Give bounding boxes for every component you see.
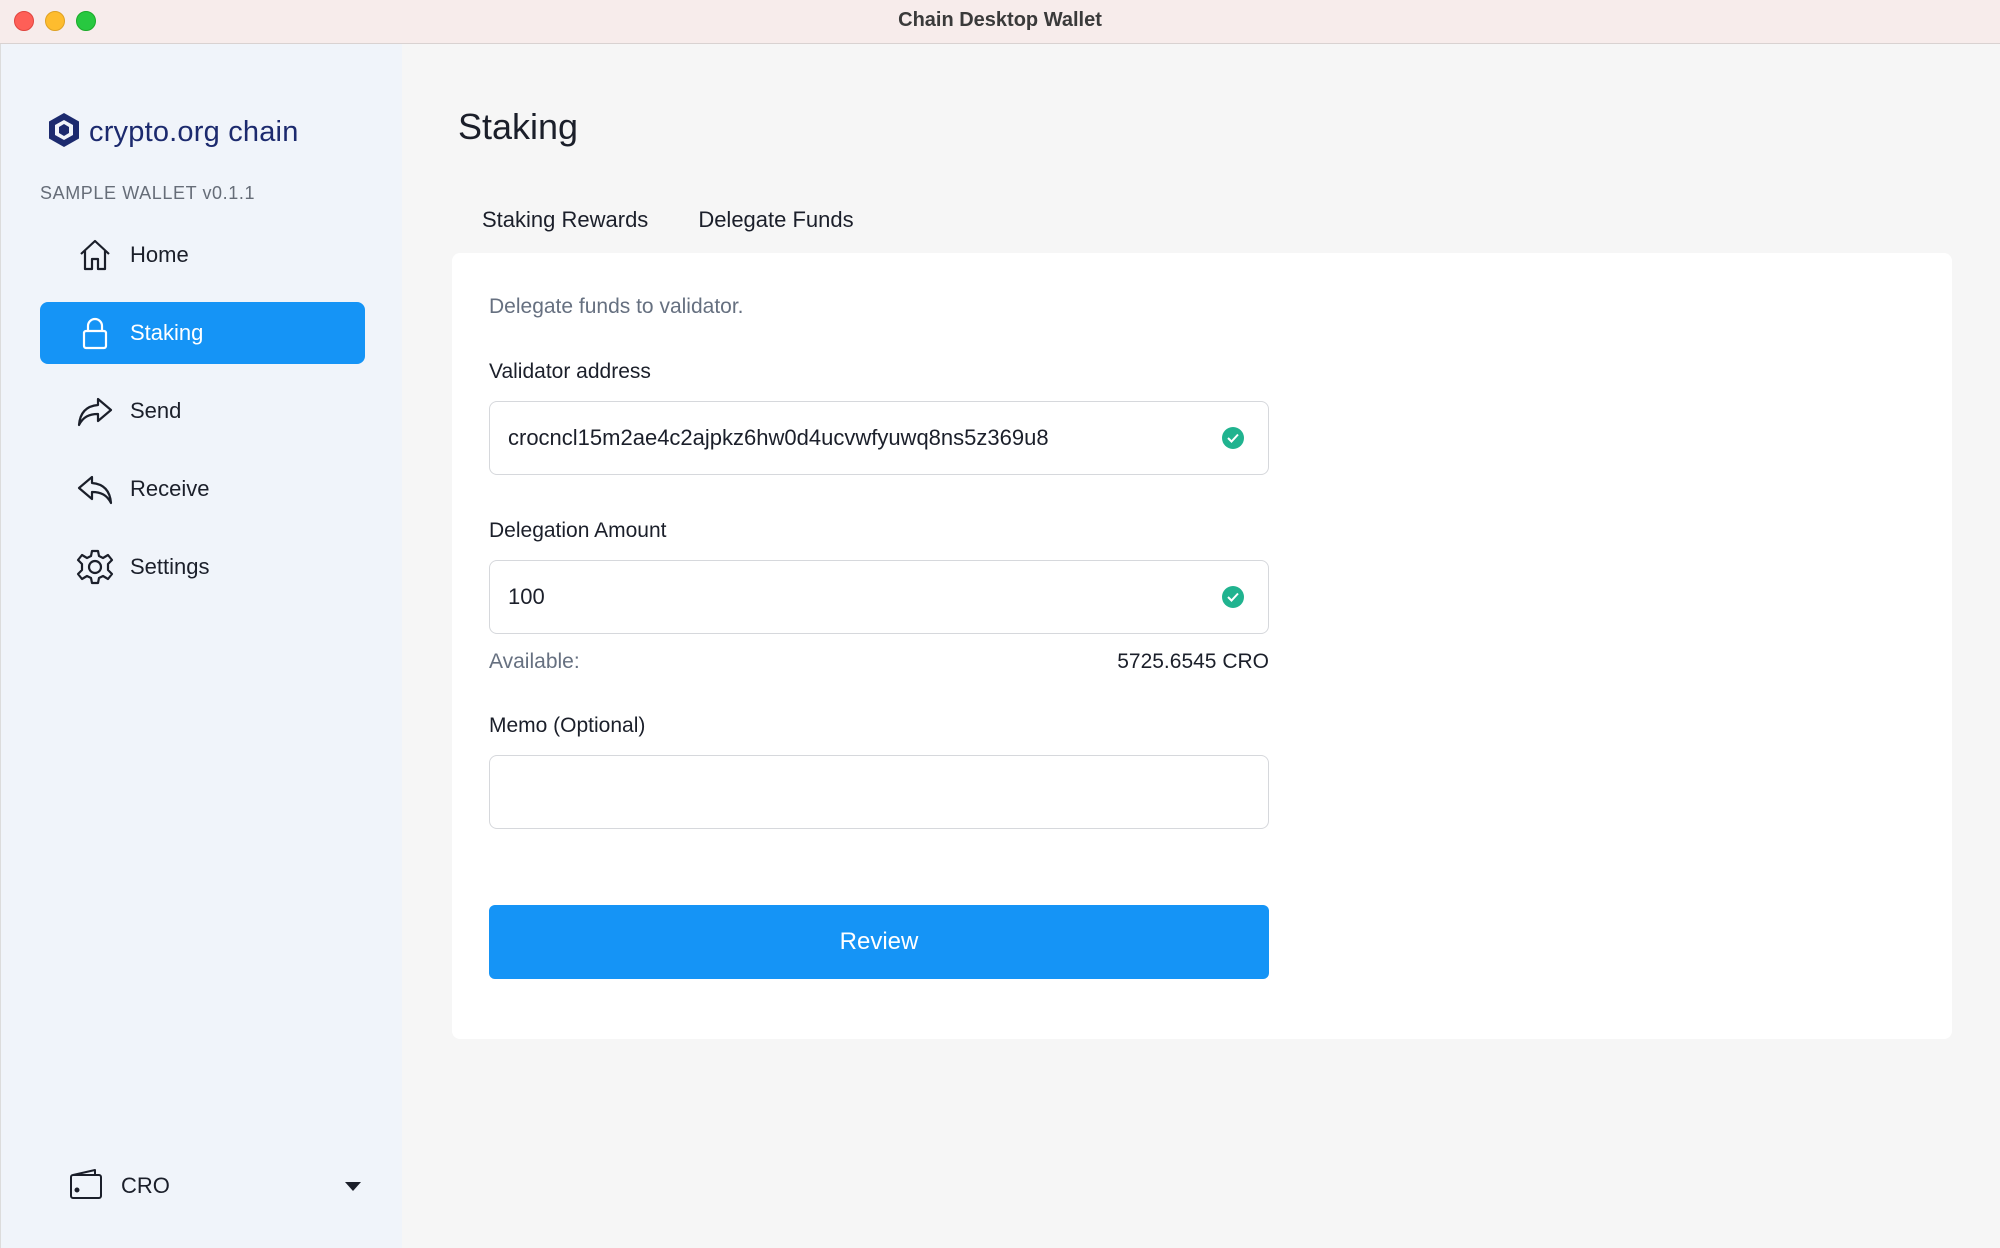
sidebar-item-label: Home <box>130 242 189 267</box>
available-balance: 5725.6545 CRO <box>1117 650 1269 673</box>
sidebar-item-label: Send <box>130 398 182 423</box>
window-titlebar: Chain Desktop Wallet <box>0 0 2000 44</box>
validator-address-value: crocncl15m2ae4c2ajpkz6hw0d4ucvwfyuwq8ns5… <box>508 425 1049 450</box>
send-arrow-icon <box>76 392 114 430</box>
memo-label: Memo (Optional) <box>489 714 646 737</box>
delegate-form-card: Delegate funds to validator. Validator a… <box>452 253 1952 1039</box>
logo-text: crypto.org chain <box>89 115 299 148</box>
validator-address-input[interactable]: crocncl15m2ae4c2ajpkz6hw0d4ucvwfyuwq8ns5… <box>489 401 1269 475</box>
sidebar: crypto.org chain SAMPLE WALLET v0.1.1 Ho… <box>0 44 402 1248</box>
validator-address-label: Validator address <box>489 360 651 383</box>
home-icon <box>76 236 114 274</box>
window-title: Chain Desktop Wallet <box>898 9 1102 31</box>
tab-delegate-funds[interactable]: Delegate Funds <box>698 204 854 256</box>
sidebar-item-label: Receive <box>130 476 210 501</box>
wallet-selector[interactable]: CRO <box>69 1164 369 1208</box>
valid-check-icon <box>1222 586 1244 608</box>
sidebar-item-home[interactable]: Home <box>40 224 365 286</box>
sidebar-item-label: Settings <box>130 554 210 579</box>
main-content: Staking Staking Rewards Delegate Funds D… <box>402 44 2000 1248</box>
gear-icon <box>76 548 114 586</box>
receive-arrow-icon <box>76 470 114 508</box>
wallet-selector-label: CRO <box>121 1173 170 1198</box>
tab-staking-rewards[interactable]: Staking Rewards <box>482 204 648 256</box>
chevron-down-icon <box>345 1181 361 1191</box>
sidebar-nav: Home Staking Send Receive Settings <box>40 224 365 614</box>
sidebar-item-receive[interactable]: Receive <box>40 458 365 520</box>
page-title: Staking <box>458 106 579 147</box>
sidebar-item-send[interactable]: Send <box>40 380 365 442</box>
tab-bar: Staking Rewards Delegate Funds <box>482 204 904 256</box>
sidebar-item-settings[interactable]: Settings <box>40 536 365 598</box>
delegation-amount-input[interactable]: 100 <box>489 560 1269 634</box>
form-description: Delegate funds to validator. <box>489 295 744 318</box>
delegation-amount-value: 100 <box>508 584 545 609</box>
lock-icon <box>76 314 114 352</box>
sidebar-item-staking[interactable]: Staking <box>40 302 365 364</box>
review-button[interactable]: Review <box>489 905 1269 979</box>
crypto-org-logo-icon <box>47 111 81 154</box>
delegation-amount-label: Delegation Amount <box>489 519 667 542</box>
wallet-version: SAMPLE WALLET v0.1.1 <box>40 183 256 203</box>
app-logo: crypto.org chain <box>47 110 299 154</box>
sidebar-item-label: Staking <box>130 320 204 345</box>
memo-input[interactable] <box>489 755 1269 829</box>
wallet-icon <box>69 1168 103 1205</box>
valid-check-icon <box>1222 427 1244 449</box>
